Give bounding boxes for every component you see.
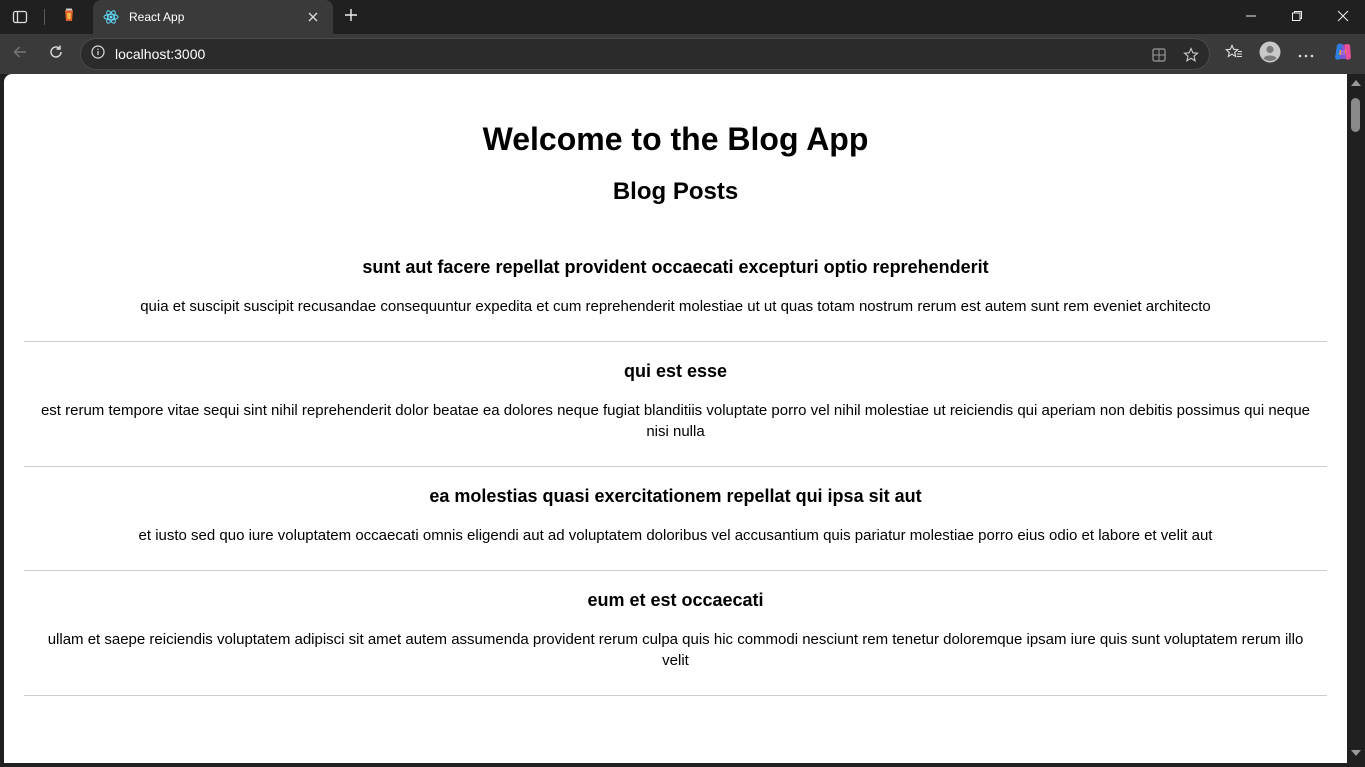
tab-strip: React App (0, 0, 1365, 34)
new-tab-button[interactable] (338, 4, 364, 30)
minimize-button[interactable] (1228, 0, 1274, 32)
post-item: sunt aut facere repellat provident occae… (24, 238, 1327, 342)
copilot-button[interactable] (1328, 39, 1358, 69)
address-bar[interactable]: localhost:3000 (80, 38, 1210, 70)
window-bottom-edge (0, 763, 1347, 767)
tab-title: React App (129, 10, 185, 24)
reload-icon (48, 44, 64, 65)
profile-button[interactable] (1255, 39, 1285, 69)
scroll-down-arrow-icon[interactable] (1351, 750, 1361, 756)
copilot-icon (1332, 41, 1354, 68)
vertical-scrollbar[interactable] (1347, 74, 1365, 767)
back-arrow-icon (12, 44, 28, 65)
info-icon[interactable] (91, 44, 105, 64)
firefox-style-favicon (61, 7, 77, 28)
back-button[interactable] (5, 39, 35, 69)
favorites-icon (1224, 43, 1243, 65)
scroll-up-arrow-icon[interactable] (1351, 80, 1361, 86)
page-viewport: Welcome to the Blog App Blog Posts sunt … (4, 74, 1347, 763)
post-title: ea molestias quasi exercitationem repell… (429, 486, 922, 506)
post-title: qui est esse (623, 361, 728, 381)
browser-toolbar: localhost:3000 (0, 34, 1365, 74)
page-subtitle: Blog Posts (612, 178, 739, 205)
tab-react-app[interactable]: React App (93, 0, 333, 34)
post-list: sunt aut facere repellat provident occae… (24, 238, 1327, 696)
post-body: et iusto sed quo iure voluptatem occaeca… (138, 527, 1213, 544)
post-title: sunt aut facere repellat provident occae… (362, 257, 989, 277)
react-icon (103, 9, 119, 25)
more-icon (1298, 45, 1314, 63)
tab-separator (44, 9, 45, 25)
reload-button[interactable] (41, 39, 71, 69)
post-body: ullam et saepe reiciendis voluptatem adi… (47, 631, 1304, 669)
star-icon[interactable] (1181, 45, 1201, 65)
blog-app: Welcome to the Blog App Blog Posts sunt … (4, 74, 1347, 696)
restore-button[interactable] (1274, 0, 1320, 32)
close-icon[interactable] (303, 7, 323, 27)
tab-actions-icon[interactable] (6, 4, 34, 30)
page-title: Welcome to the Blog App (482, 121, 869, 157)
profile-icon (1259, 41, 1281, 68)
scroll-thumb[interactable] (1351, 98, 1360, 132)
post-title: eum et est occaecati (587, 590, 764, 610)
plus-icon (344, 8, 358, 27)
app-icon[interactable] (1149, 45, 1169, 65)
favorites-button[interactable] (1219, 39, 1249, 69)
more-button[interactable] (1291, 39, 1321, 69)
post-body: est rerum tempore vitae sequi sint nihil… (40, 402, 1311, 440)
post-item: qui est esse est rerum tempore vitae seq… (24, 342, 1327, 467)
post-item: ea molestias quasi exercitationem repell… (24, 467, 1327, 571)
close-window-button[interactable] (1320, 0, 1365, 32)
url-text: localhost:3000 (115, 46, 206, 62)
post-item: eum et est occaecati ullam et saepe reic… (24, 571, 1327, 696)
pinned-tab[interactable] (54, 4, 84, 30)
post-body: quia et suscipit suscipit recusandae con… (140, 298, 1211, 315)
